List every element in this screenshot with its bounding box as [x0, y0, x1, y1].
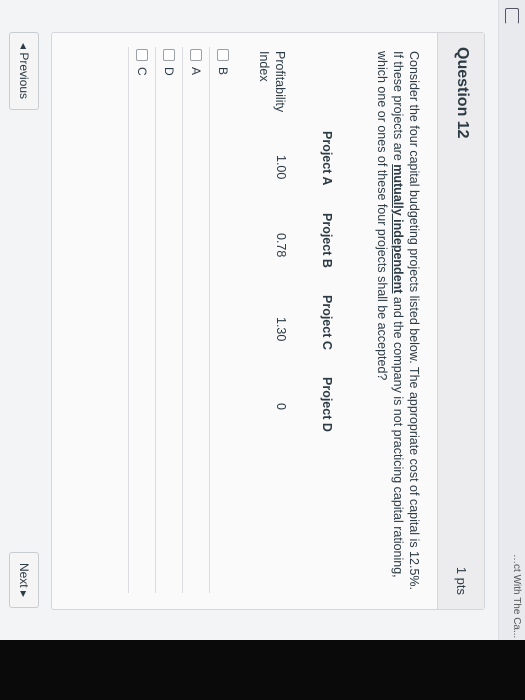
- screen: …ct With The Ca... (C... Question 12 1 p…: [0, 0, 525, 700]
- answer-option-b[interactable]: B: [209, 47, 236, 593]
- table-header: Project A: [320, 131, 334, 186]
- table-cell: 1.00: [274, 155, 288, 180]
- checkbox[interactable]: [163, 49, 175, 61]
- question-text: Consider the four capital budgeting proj…: [374, 51, 422, 591]
- question-title: Question 12: [454, 47, 471, 139]
- question-header: Question 12 1 pts: [437, 33, 484, 609]
- table-header: Project C: [320, 295, 334, 350]
- top-bar: …ct With The Ca... (C...: [498, 0, 525, 700]
- previous-button[interactable]: ◂ Previous: [9, 32, 39, 111]
- row-label-line: Index: [257, 51, 271, 82]
- table-header: Project D: [320, 377, 334, 432]
- answer-label: C: [135, 67, 149, 76]
- answer-option-a[interactable]: A: [182, 47, 209, 593]
- next-button[interactable]: Next ▸: [9, 551, 39, 608]
- answer-option-c[interactable]: C: [128, 47, 155, 593]
- table-cell: 0.78: [274, 233, 288, 258]
- table-cell: 0: [274, 403, 288, 410]
- row-label-line: Profitability: [273, 51, 287, 113]
- checkbox[interactable]: [217, 49, 229, 61]
- answer-label: B: [216, 67, 230, 76]
- flag-icon[interactable]: [505, 8, 519, 24]
- quiz-page: …ct With The Ca... (C... Question 12 1 p…: [0, 0, 525, 700]
- answer-option-d[interactable]: D: [155, 47, 182, 593]
- table-header: Project B: [320, 213, 334, 268]
- question-points: 1 pts: [454, 566, 469, 595]
- question-emphasis: mutually independent: [391, 164, 405, 294]
- row-label: Profitability Index: [256, 51, 288, 112]
- answer-label: D: [162, 67, 176, 76]
- checkbox[interactable]: [190, 49, 202, 61]
- checkbox[interactable]: [136, 49, 148, 61]
- question-card: Question 12 1 pts Consider the four capi…: [51, 32, 485, 610]
- device-bezel: [0, 640, 525, 700]
- answer-list: B A D C: [128, 47, 236, 593]
- table-cell: 1.30: [274, 317, 288, 342]
- answer-label: A: [189, 67, 203, 76]
